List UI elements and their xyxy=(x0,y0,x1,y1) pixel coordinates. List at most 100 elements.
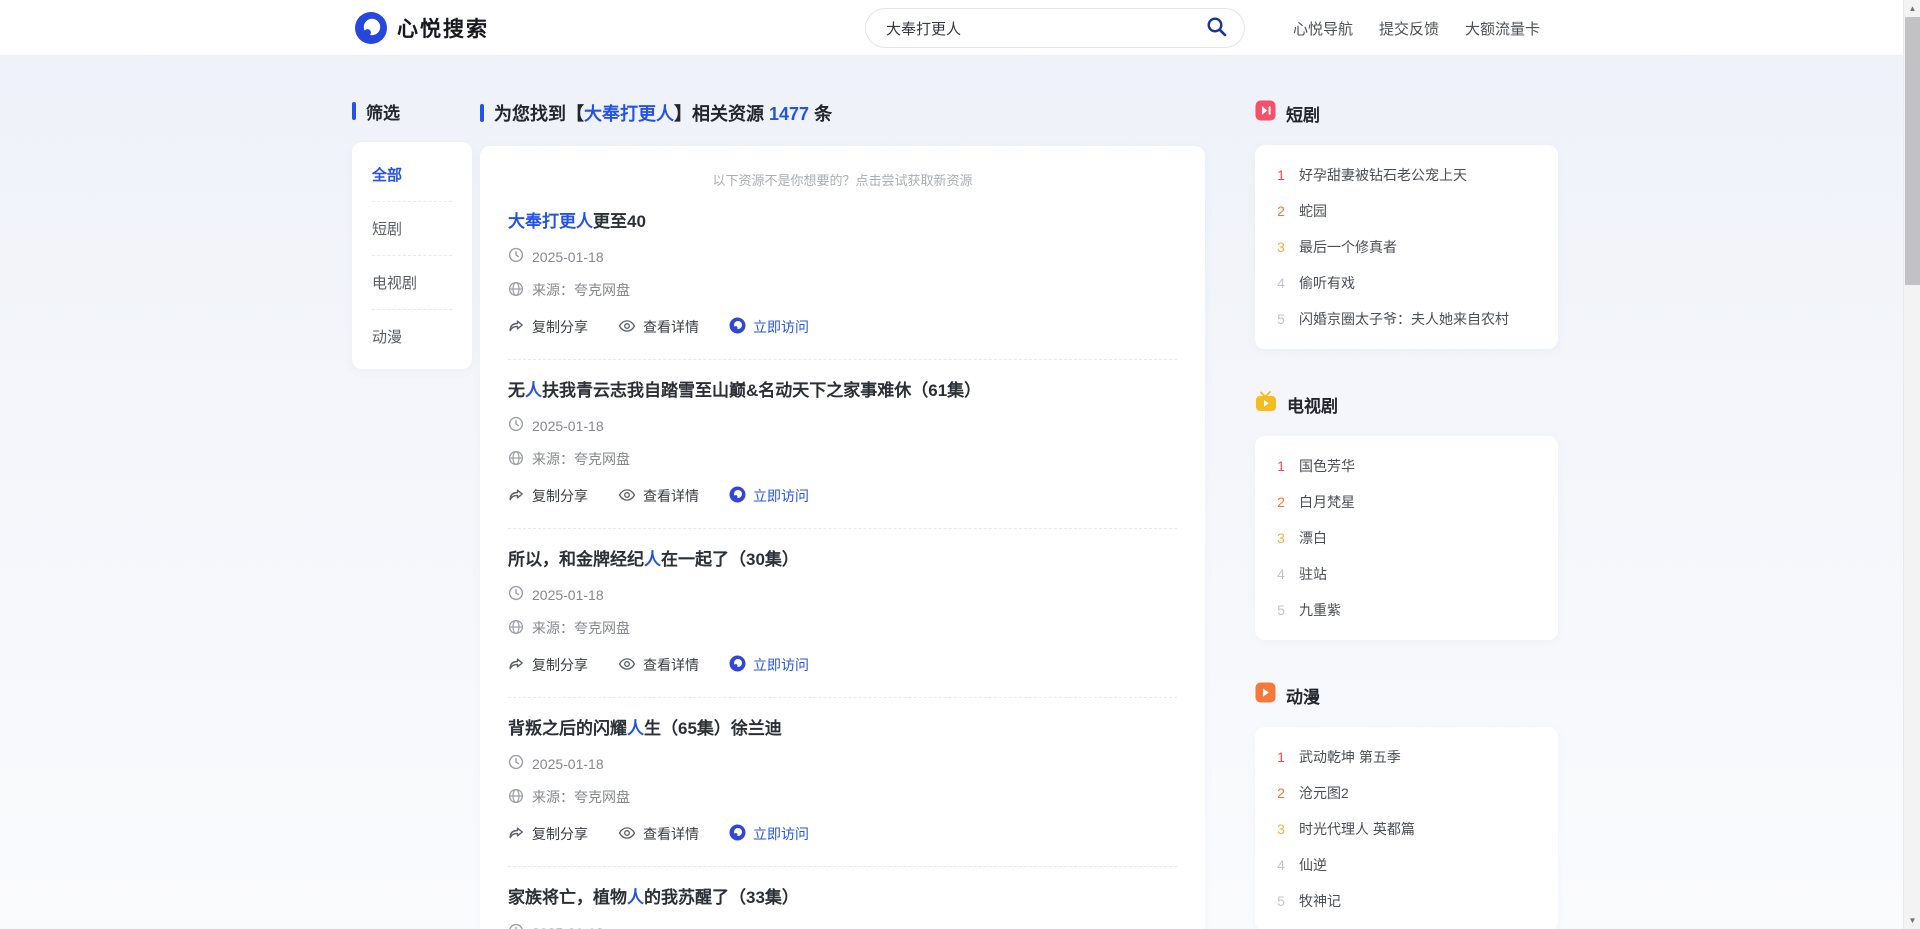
filter-item-1[interactable]: 短剧 xyxy=(372,201,452,255)
ranking-item[interactable]: 1国色芳华 xyxy=(1275,448,1538,484)
copy-share-button[interactable]: 复制分享 xyxy=(508,824,588,844)
ranking-item[interactable]: 4偷听有戏 xyxy=(1275,265,1538,301)
visit-now-button[interactable]: 立即访问 xyxy=(729,655,809,675)
page-scrollbar[interactable]: ▲ ▼ xyxy=(1903,0,1920,929)
view-detail-button[interactable]: 查看详情 xyxy=(618,486,699,506)
summary-count: 1477 xyxy=(769,104,809,124)
ranking-header: 动漫 xyxy=(1255,682,1558,708)
search-input[interactable] xyxy=(886,20,1204,37)
search-bar[interactable] xyxy=(865,8,1245,48)
clock-icon xyxy=(508,416,524,435)
top-bar: 心悦搜索 心悦导航 提交反馈 大额流量卡 xyxy=(0,0,1903,56)
title-text: 生（65集）徐兰迪 xyxy=(644,719,782,738)
summary-suffix: 条 xyxy=(809,104,832,124)
filter-title: 筛选 xyxy=(366,99,400,124)
view-detail-button[interactable]: 查看详情 xyxy=(618,655,699,675)
nav-link-dataplan[interactable]: 大额流量卡 xyxy=(1465,18,1540,39)
filter-item-3[interactable]: 动漫 xyxy=(372,309,452,363)
globe-icon xyxy=(508,788,524,807)
result-date: 2025-01-18 xyxy=(532,756,604,772)
rank-title-text: 最后一个修真者 xyxy=(1299,237,1397,257)
title-text: 所以，和金牌经纪 xyxy=(508,550,644,569)
title-text: 扶我青云志我自踏雪至山巅&名动天下之家事难休（61集） xyxy=(542,381,981,400)
short-drama-icon xyxy=(1255,100,1276,126)
title-text: 在一起了（30集） xyxy=(661,550,799,569)
rank-number: 3 xyxy=(1275,821,1287,837)
summary-middle: 】相关资源 xyxy=(674,104,769,124)
title-text: 的我苏醒了（33集） xyxy=(644,888,799,907)
globe-icon xyxy=(508,281,524,300)
results-summary-text: 为您找到【大奉打更人】相关资源 1477 条 xyxy=(494,100,832,126)
ranking-section: 短剧 1 好孕甜妻被钻石老公宠上天 2蛇园3最后一个修真者4偷听有戏5闪婚京圈太子爷：… xyxy=(1255,100,1558,349)
brand-logo[interactable]: 心悦搜索 xyxy=(354,11,489,45)
visit-now-button[interactable]: 立即访问 xyxy=(729,317,809,337)
result-item: 家族将亡，植物人的我苏醒了（33集）2025-01-18来源：夸克网盘复制分享查… xyxy=(508,867,1177,929)
ranking-item[interactable]: 5牧神记 xyxy=(1275,883,1538,919)
result-source-row: 来源：夸克网盘 xyxy=(508,449,1177,469)
ranking-item[interactable]: 4驻站 xyxy=(1275,556,1538,592)
result-date-row: 2025-01-18 xyxy=(508,416,1177,435)
rank-title-text: 白月梵星 xyxy=(1299,492,1355,512)
search-icon xyxy=(1205,27,1229,42)
result-title[interactable]: 背叛之后的闪耀人生（65集）徐兰迪 xyxy=(508,718,1177,740)
rank-number: 2 xyxy=(1275,785,1287,801)
section-accent-bar xyxy=(352,102,356,120)
results-list: 大奉打更人更至402025-01-18来源：夸克网盘复制分享查看详情立即访问无人… xyxy=(508,191,1177,929)
ranking-item[interactable]: 4仙逆 xyxy=(1275,847,1538,883)
ranking-item[interactable]: 3最后一个修真者 xyxy=(1275,229,1538,265)
scrollbar-down-arrow[interactable]: ▼ xyxy=(1904,912,1920,929)
result-source: 来源：夸克网盘 xyxy=(532,618,630,638)
scrollbar-thumb[interactable] xyxy=(1905,17,1920,285)
donut-logo-icon xyxy=(729,655,746,675)
filter-item-2[interactable]: 电视剧 xyxy=(372,255,452,309)
result-actions: 复制分享 查看详情 立即访问 xyxy=(508,486,1177,506)
share-icon xyxy=(508,825,525,844)
nav-link-feedback[interactable]: 提交反馈 xyxy=(1379,18,1439,39)
rank-number: 2 xyxy=(1275,203,1287,219)
ranking-item[interactable]: 1武动乾坤 第五季 xyxy=(1275,739,1538,775)
scrollbar-up-arrow[interactable]: ▲ xyxy=(1904,0,1920,17)
ranking-header: 电视剧 xyxy=(1255,391,1558,417)
ranking-item[interactable]: 3 漂白 xyxy=(1275,520,1538,556)
keyword-highlight: 人 xyxy=(627,888,644,907)
view-detail-button[interactable]: 查看详情 xyxy=(618,824,699,844)
refresh-hint-link[interactable]: 以下资源不是你想要的？点击尝试获取新资源 xyxy=(508,166,1177,191)
view-detail-button[interactable]: 查看详情 xyxy=(618,317,699,337)
ranking-item[interactable]: 2白月梵星 xyxy=(1275,484,1538,520)
filter-item-all[interactable]: 全部 xyxy=(372,148,452,201)
nav-link-navigation[interactable]: 心悦导航 xyxy=(1293,18,1353,39)
result-title[interactable]: 家族将亡，植物人的我苏醒了（33集） xyxy=(508,887,1177,909)
rank-number: 3 xyxy=(1275,530,1287,546)
results-panel: 为您找到【大奉打更人】相关资源 1477 条 以下资源不是你想要的？点击尝试获取… xyxy=(480,100,1205,929)
rank-title-text: 好孕甜妻被钻石老公宠上天 xyxy=(1299,165,1467,185)
visit-now-button[interactable]: 立即访问 xyxy=(729,486,809,506)
copy-share-button[interactable]: 复制分享 xyxy=(508,655,588,675)
results-summary: 为您找到【大奉打更人】相关资源 1477 条 xyxy=(480,100,1205,126)
rank-title-text: 漂白 xyxy=(1299,528,1327,548)
ranking-item[interactable]: 2蛇园 xyxy=(1275,193,1538,229)
donut-logo-icon xyxy=(729,317,746,337)
ranking-title: 电视剧 xyxy=(1287,392,1338,417)
result-title[interactable]: 所以，和金牌经纪人在一起了（30集） xyxy=(508,549,1177,571)
rank-number: 5 xyxy=(1275,311,1287,327)
ranking-card: 1国色芳华2白月梵星 3 漂白 4驻站5九重紫 xyxy=(1255,436,1558,640)
rank-number: 1 xyxy=(1275,167,1287,183)
ranking-header: 短剧 xyxy=(1255,100,1558,126)
ranking-item[interactable]: 5闪婚京圈太子爷：夫人她来自农村 xyxy=(1275,301,1538,337)
result-title[interactable]: 无人扶我青云志我自踏雪至山巅&名动天下之家事难休（61集） xyxy=(508,380,1177,402)
search-button[interactable] xyxy=(1204,15,1230,41)
result-date: 2025-01-18 xyxy=(532,249,604,265)
eye-icon xyxy=(618,657,636,674)
copy-share-button[interactable]: 复制分享 xyxy=(508,317,588,337)
rank-title-text: 时光代理人 英都篇 xyxy=(1299,819,1415,839)
copy-share-button[interactable]: 复制分享 xyxy=(508,486,588,506)
rank-title-text: 牧神记 xyxy=(1299,891,1341,911)
ranking-item[interactable]: 5九重紫 xyxy=(1275,592,1538,628)
visit-now-button[interactable]: 立即访问 xyxy=(729,824,809,844)
donut-logo-icon xyxy=(729,486,746,506)
summary-keyword: 大奉打更人 xyxy=(584,104,674,124)
ranking-item[interactable]: 3 时光代理人 英都篇 xyxy=(1275,811,1538,847)
ranking-item[interactable]: 2沧元图2 xyxy=(1275,775,1538,811)
ranking-item[interactable]: 1 好孕甜妻被钻石老公宠上天 xyxy=(1275,157,1538,193)
result-title[interactable]: 大奉打更人更至40 xyxy=(508,211,1177,233)
